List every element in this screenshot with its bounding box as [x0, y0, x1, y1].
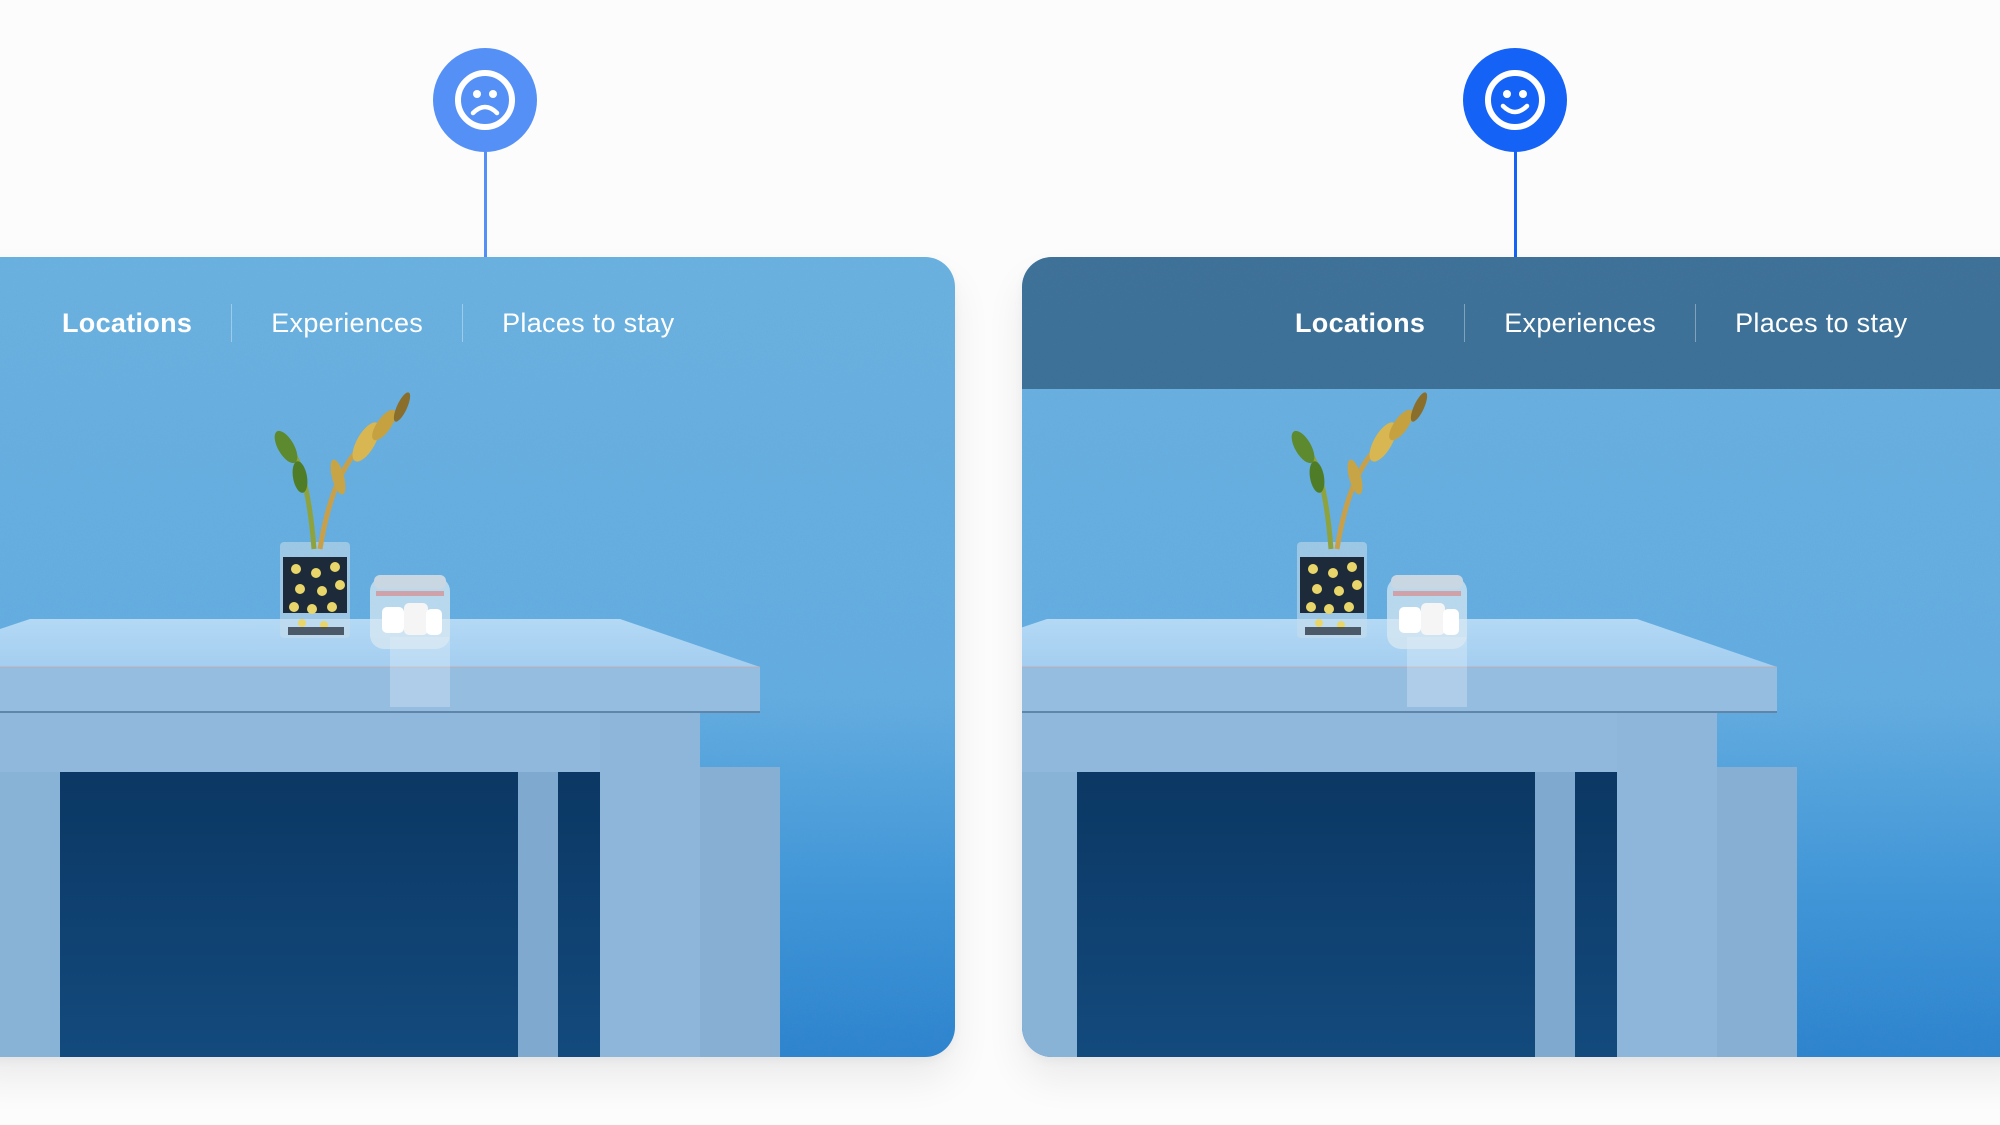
nav-item-experiences[interactable]: Experiences [271, 308, 423, 339]
pin-bubble [1463, 48, 1567, 152]
nav-item-places-to-stay[interactable]: Places to stay [1735, 308, 1907, 339]
bad-example-pin [433, 48, 537, 286]
nav-item-experiences[interactable]: Experiences [1504, 308, 1656, 339]
nav-divider [462, 304, 464, 342]
bad-example-card: Locations Experiences Places to stay [0, 257, 955, 1057]
nav-divider [1695, 304, 1697, 342]
pin-bubble [433, 48, 537, 152]
top-nav: Locations Experiences Places to stay [1295, 257, 1907, 389]
nav-item-places-to-stay[interactable]: Places to stay [502, 308, 674, 339]
nav-item-locations[interactable]: Locations [62, 308, 192, 339]
sad-face-icon [455, 70, 515, 130]
good-example-card: Locations Experiences Places to stay [1022, 257, 2000, 1057]
happy-face-icon [1485, 70, 1545, 130]
nav-divider [231, 304, 233, 342]
nav-divider [1464, 304, 1466, 342]
top-nav: Locations Experiences Places to stay [62, 257, 674, 389]
good-example-pin [1463, 48, 1567, 286]
nav-item-locations[interactable]: Locations [1295, 308, 1425, 339]
